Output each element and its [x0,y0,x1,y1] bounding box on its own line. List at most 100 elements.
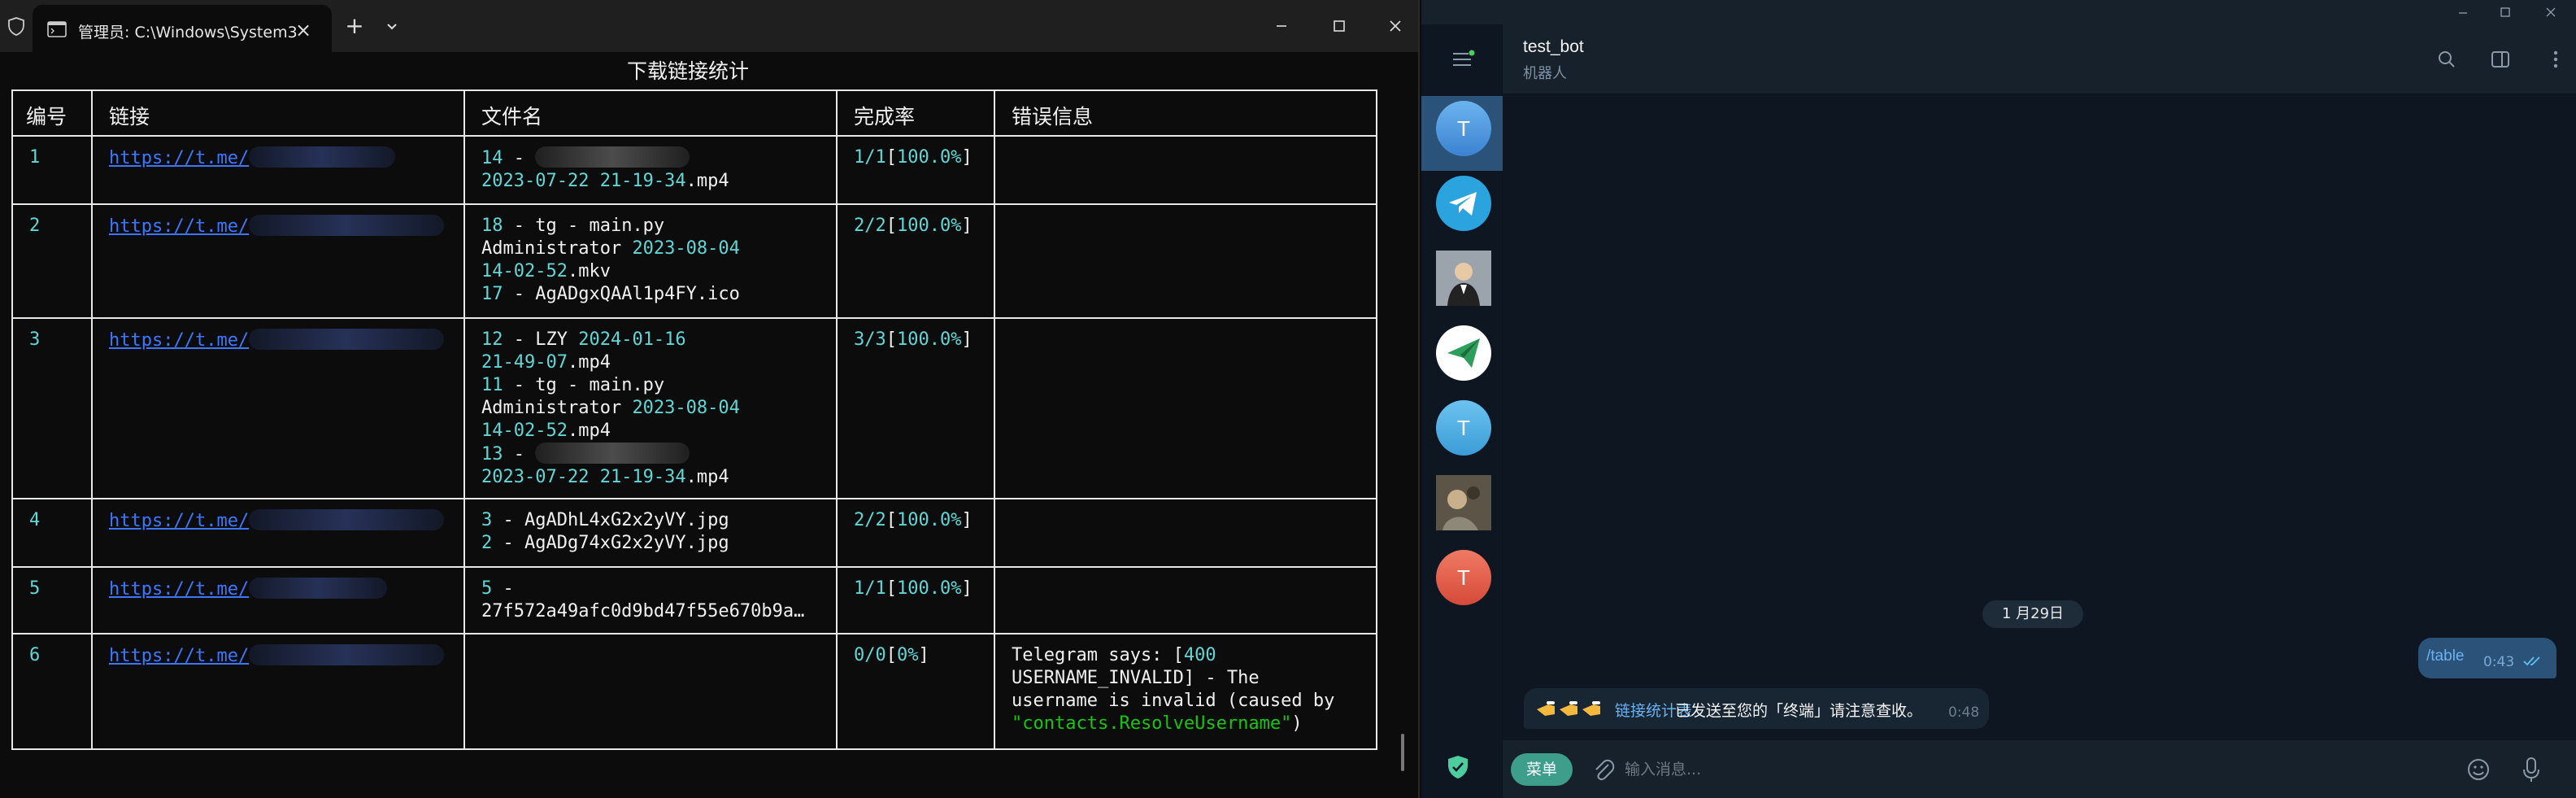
redacted-blur [249,329,445,350]
table-title: 下载链接统计 [626,59,749,83]
tab-close-icon[interactable]: × [293,20,314,41]
message-composer: 菜单 [1503,740,2576,798]
link-text[interactable]: https://t.me/ [109,646,249,666]
row-index: 6 [29,645,41,665]
more-options-icon[interactable] [2542,46,2569,73]
row-error: Telegram says: [400 USERNAME_INVALID] - … [1012,645,1335,734]
row-rate: 2/2[100.0%] [854,216,973,236]
chat-avatar-photo[interactable] [1436,475,1491,530]
row-filename: 3 - AgADhL4xG2x2yVY.jpg 2 - AgADg74xG2x2… [481,510,729,553]
row-divider [13,566,1376,568]
close-window-icon[interactable] [1379,11,1412,41]
redacted-blur [535,146,690,168]
minimize-icon[interactable] [1265,11,1298,41]
header-filename: 文件名 [481,105,543,129]
double-check-icon [2522,654,2545,669]
col-divider [463,91,465,748]
row-index: 5 [29,578,41,599]
redacted-blur [249,644,445,665]
link-text[interactable]: https://t.me/ [109,330,249,351]
close-window-icon[interactable] [2539,3,2563,21]
paper-plane-icon[interactable] [1436,325,1491,381]
message-time: 0:43 [2483,654,2515,670]
message-area: 1 月29日 /table 0:43 链接统计表 已发送至您的「终端」请注意查收… [1503,94,2576,740]
link-text[interactable]: https://t.me/ [109,579,249,600]
row-link[interactable]: https://t.me/ [109,215,445,238]
row-filename: 12 - LZY 2024-01-16 21-49-07.mp4 11 - tg… [481,329,740,487]
telegram-window: T T T test_bot 机器人 1 月29日 /table 0:43 链接… [1421,0,2576,798]
link-text[interactable]: https://t.me/ [109,511,249,531]
header-error: 错误信息 [1012,105,1094,129]
col-divider [836,91,838,748]
chat-avatar-t-red[interactable]: T [1436,550,1491,605]
chat-title[interactable]: test_bot [1523,37,1584,57]
microphone-icon[interactable] [2519,753,2543,786]
outgoing-message-text[interactable]: /table [2426,648,2464,665]
pointing-hand-emoji-icon [1535,696,1610,721]
link-text[interactable]: https://t.me/ [109,148,249,168]
redacted-blur [535,443,690,464]
row-link[interactable]: https://t.me/ [109,509,445,533]
terminal-tab-icon [47,21,67,37]
outgoing-message[interactable]: /table 0:43 [2418,638,2556,678]
shield-check-icon[interactable] [1444,753,1472,781]
row-rate: 1/1[100.0%] [854,147,973,168]
row-index: 3 [29,329,41,350]
row-rate: 1/1[100.0%] [854,578,973,599]
link-text[interactable]: https://t.me/ [109,216,249,237]
incoming-message[interactable]: 链接统计表 已发送至您的「终端」请注意查收。 0:48 [1524,688,1989,729]
row-filename: 18 - tg - main.py Administrator 2023-08-… [481,216,740,304]
row-link[interactable]: https://t.me/ [109,329,445,352]
bot-menu-button[interactable]: 菜单 [1511,753,1573,786]
row-rate: 0/0[0%] [854,645,929,665]
row-link[interactable]: https://t.me/ [109,146,396,170]
row-divider [13,135,1376,137]
maximize-icon[interactable] [1322,11,1355,41]
terminal-scrollbar[interactable] [1401,734,1404,771]
chat-avatar-t[interactable]: T [1436,400,1491,456]
chat-avatar-photo[interactable] [1436,251,1491,306]
stats-table: 编号 链接 文件名 完成率 错误信息 1 https://t.me/ 14 - … [11,89,1377,750]
telegram-titlebar [1421,0,2576,24]
row-index: 4 [29,510,41,530]
hamburger-menu-icon[interactable] [1451,49,1475,70]
emoji-icon[interactable] [2464,755,2493,784]
redacted-blur [249,215,445,236]
row-index: 2 [29,216,41,236]
new-tab-plus-icon[interactable]: + [340,15,369,39]
redacted-blur [249,578,388,599]
admin-shield-icon [7,16,26,36]
row-link[interactable]: https://t.me/ [109,578,388,601]
row-divider [13,498,1376,499]
terminal-titlebar: 管理员: C:\Windows\System3: × + [0,0,1418,52]
row-divider [13,203,1376,205]
attach-paperclip-icon[interactable] [1589,755,1617,784]
header-rate: 完成率 [854,105,916,129]
message-input[interactable] [1625,755,2356,784]
search-icon[interactable] [2433,46,2461,73]
header-link: 链接 [109,105,150,129]
minimize-icon[interactable] [2451,3,2475,21]
telegram-logo-icon[interactable] [1436,176,1491,231]
maximize-icon[interactable] [2493,3,2517,21]
tab-dropdown-chevron-icon[interactable] [377,15,407,39]
row-index: 1 [29,147,41,168]
incoming-message-text: 已发送至您的「终端」请注意查收。 [1675,702,1923,720]
message-time: 0:48 [1948,704,1980,721]
row-link[interactable]: https://t.me/ [109,644,445,668]
terminal-tab[interactable]: 管理员: C:\Windows\System3: × [33,5,332,52]
terminal-tab-title: 管理员: C:\Windows\System3: [78,24,298,41]
date-separator: 1 月29日 [1982,600,2083,628]
row-divider [13,633,1376,634]
col-divider [91,91,93,748]
chat-subtitle: 机器人 [1523,65,1567,82]
row-rate: 2/2[100.0%] [854,510,973,530]
chat-avatar-test-bot[interactable]: T [1436,101,1491,156]
terminal-output: 下载链接统计 编号 链接 文件名 完成率 错误信息 1 https://t.me… [0,52,1418,798]
redacted-blur [249,509,445,530]
row-filename: 5 - 27f572a49afc0d9bd47f55e670b9a… [481,578,805,621]
chat-header: test_bot 机器人 [1503,24,2576,94]
header-index: 编号 [26,105,67,129]
row-filename: 14 - 2023-07-22 21-19-34.mp4 [481,146,729,191]
sidebar-toggle-icon[interactable] [2487,46,2514,73]
